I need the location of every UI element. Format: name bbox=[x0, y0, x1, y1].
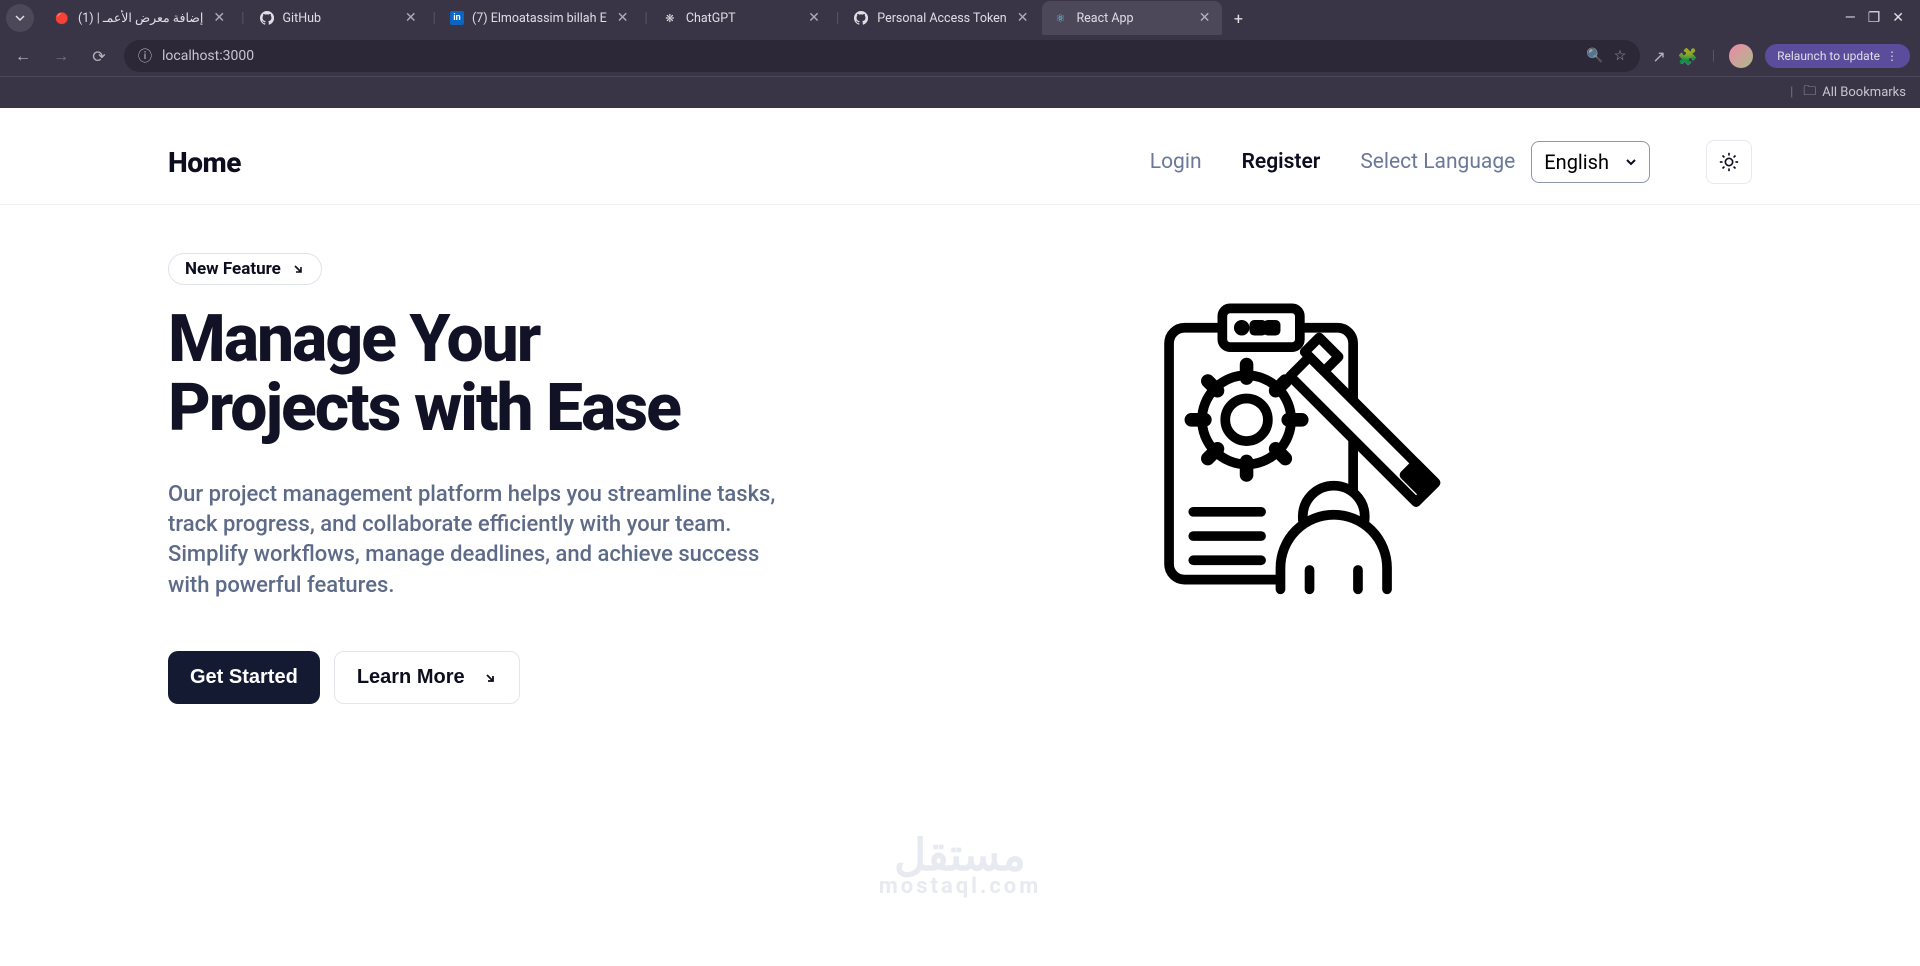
all-bookmarks-label: All Bookmarks bbox=[1822, 85, 1906, 100]
lang-value: English bbox=[1544, 150, 1609, 174]
tab-3[interactable]: ❋ ChatGPT ✕ bbox=[652, 1, 832, 35]
url-text: localhost:3000 bbox=[162, 48, 1576, 64]
tab-search-dropdown[interactable] bbox=[6, 4, 34, 32]
sun-icon bbox=[1718, 151, 1740, 173]
hero-left: New Feature Manage Your Projects with Ea… bbox=[168, 253, 798, 704]
maximize-icon[interactable]: ❐ bbox=[1868, 10, 1881, 26]
tab-close-icon[interactable]: ✕ bbox=[615, 10, 631, 26]
hero-title-line1: Manage Your bbox=[168, 301, 539, 378]
tab-close-icon[interactable]: ✕ bbox=[211, 10, 227, 26]
get-started-button[interactable]: Get Started bbox=[168, 651, 320, 704]
language-selector: Select Language English bbox=[1360, 141, 1650, 183]
window-controls: — ❐ ✕ bbox=[1845, 10, 1914, 26]
hero-description: Our project management platform helps yo… bbox=[168, 480, 798, 601]
new-feature-badge[interactable]: New Feature bbox=[168, 253, 322, 285]
tab-4[interactable]: Personal Access Token ✕ bbox=[843, 1, 1040, 35]
nav-register[interactable]: Register bbox=[1242, 150, 1321, 174]
badge-label: New Feature bbox=[185, 259, 281, 279]
close-window-icon[interactable]: ✕ bbox=[1892, 10, 1904, 26]
new-tab-button[interactable]: + bbox=[1224, 4, 1252, 32]
url-input[interactable]: ⓘ localhost:3000 🔍 ☆ bbox=[124, 40, 1640, 72]
profile-avatar[interactable] bbox=[1729, 44, 1753, 68]
tab-title: GitHub bbox=[283, 11, 395, 26]
site-info-icon[interactable]: ⓘ bbox=[138, 46, 152, 66]
page-content: Home Login Register Select Language Engl… bbox=[0, 108, 1920, 908]
hero-section: New Feature Manage Your Projects with Ea… bbox=[0, 205, 1920, 752]
relaunch-label: Relaunch to update bbox=[1777, 49, 1880, 63]
react-icon: ⚛ bbox=[1052, 10, 1068, 26]
linkedin-icon: in bbox=[450, 11, 464, 25]
chatgpt-icon: ❋ bbox=[662, 10, 678, 26]
hero-illustration-wrap bbox=[838, 253, 1752, 704]
get-started-label: Get Started bbox=[190, 666, 298, 689]
tab-title: (1) | إضافة معرض الأعمـ bbox=[78, 10, 203, 26]
tab-2[interactable]: in (7) Elmoatassim billah E ✕ bbox=[440, 1, 640, 35]
nav-links: Login Register Select Language English bbox=[1150, 140, 1752, 184]
github-icon bbox=[259, 10, 275, 26]
clipboard-illustration-icon bbox=[1140, 289, 1450, 599]
tab-title: React App bbox=[1076, 11, 1188, 26]
hero-title: Manage Your Projects with Ease bbox=[168, 305, 798, 444]
all-bookmarks-button[interactable]: 🗀 All Bookmarks bbox=[1803, 82, 1906, 104]
tab-close-icon[interactable]: ✕ bbox=[1015, 10, 1031, 26]
language-select[interactable]: English bbox=[1531, 141, 1650, 183]
browser-chrome: 🔴 (1) | إضافة معرض الأعمـ ✕ | GitHub ✕ |… bbox=[0, 0, 1920, 108]
favicon-generic-icon: 🔴 bbox=[54, 10, 70, 26]
arrow-down-right-icon bbox=[291, 262, 305, 276]
bookmark-star-icon[interactable]: ☆ bbox=[1614, 48, 1627, 64]
tab-close-icon[interactable]: ✕ bbox=[1197, 10, 1213, 26]
minimize-icon[interactable]: — bbox=[1845, 10, 1856, 26]
arrow-down-right-icon bbox=[483, 671, 497, 685]
tab-5[interactable]: ⚛ React App ✕ bbox=[1042, 1, 1222, 35]
tab-close-icon[interactable]: ✕ bbox=[403, 10, 419, 26]
reload-button[interactable]: ⟳ bbox=[86, 43, 112, 69]
tab-title: Personal Access Token bbox=[877, 11, 1006, 26]
tab-0[interactable]: 🔴 (1) | إضافة معرض الأعمـ ✕ bbox=[44, 1, 237, 35]
share-icon[interactable]: ↗ bbox=[1652, 47, 1665, 66]
folder-icon: 🗀 bbox=[1803, 82, 1816, 104]
tab-1[interactable]: GitHub ✕ bbox=[249, 1, 429, 35]
hero-title-line2: Projects with Ease bbox=[168, 370, 680, 447]
github-icon bbox=[853, 10, 869, 26]
extensions-icon[interactable]: 🧩 bbox=[1678, 47, 1698, 66]
hero-actions: Get Started Learn More bbox=[168, 651, 798, 704]
zoom-icon[interactable]: 🔍 bbox=[1586, 48, 1603, 64]
forward-button[interactable]: → bbox=[48, 43, 74, 69]
relaunch-button[interactable]: Relaunch to update ⋮ bbox=[1765, 44, 1910, 68]
bookmarks-bar: | 🗀 All Bookmarks bbox=[0, 76, 1920, 108]
address-bar: ← → ⟳ ⓘ localhost:3000 🔍 ☆ ↗ 🧩 | Relaunc… bbox=[0, 36, 1920, 76]
tab-close-icon[interactable]: ✕ bbox=[806, 10, 822, 26]
tab-title: (7) Elmoatassim billah E bbox=[472, 11, 607, 26]
learn-more-button[interactable]: Learn More bbox=[334, 651, 520, 704]
more-icon: ⋮ bbox=[1886, 49, 1898, 63]
chevron-down-icon bbox=[14, 12, 26, 24]
lang-label: Select Language bbox=[1360, 150, 1515, 174]
back-button[interactable]: ← bbox=[10, 43, 36, 69]
chevron-down-icon bbox=[1625, 156, 1637, 168]
brand-home[interactable]: Home bbox=[168, 146, 241, 179]
tab-title: ChatGPT bbox=[686, 11, 798, 26]
tabs-bar: 🔴 (1) | إضافة معرض الأعمـ ✕ | GitHub ✕ |… bbox=[0, 0, 1920, 36]
site-navbar: Home Login Register Select Language Engl… bbox=[0, 108, 1920, 205]
theme-toggle[interactable] bbox=[1706, 140, 1752, 184]
learn-more-label: Learn More bbox=[357, 666, 465, 689]
nav-login[interactable]: Login bbox=[1150, 150, 1202, 174]
